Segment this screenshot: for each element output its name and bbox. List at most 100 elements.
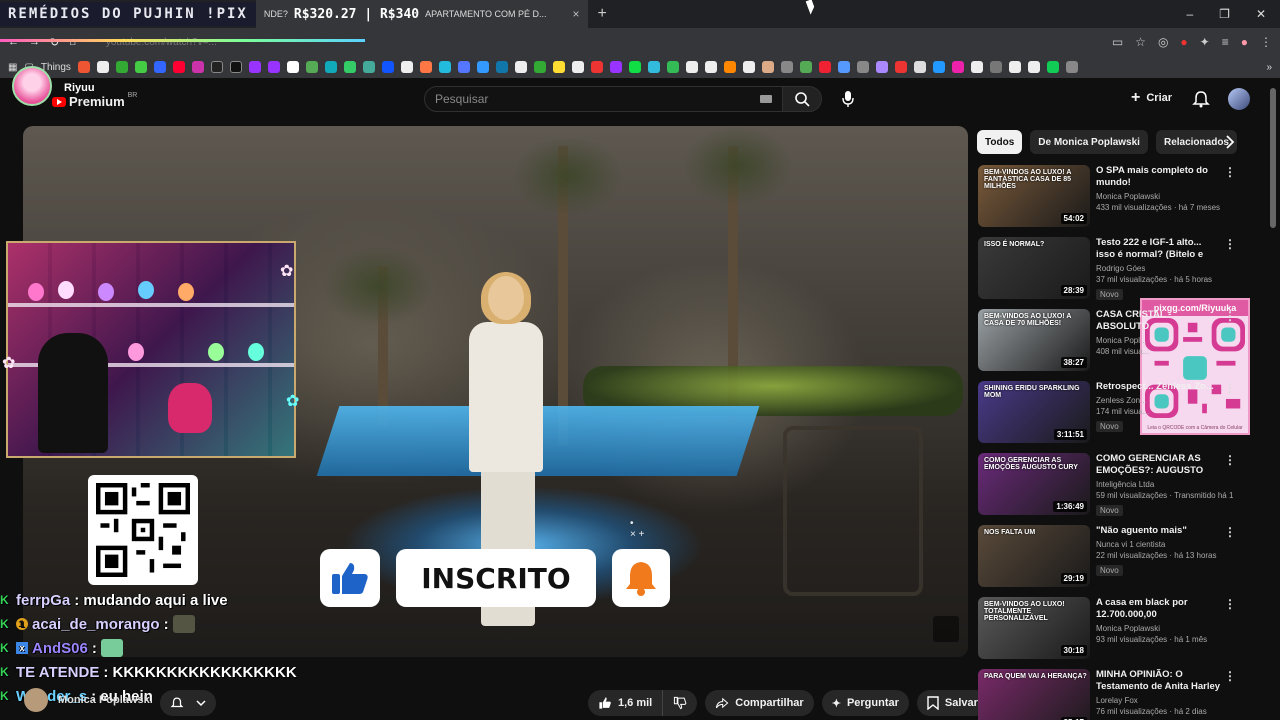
bookmark-icon[interactable] [913, 61, 926, 73]
bookmark-icon[interactable] [134, 61, 147, 73]
back-icon[interactable]: ← [8, 36, 19, 48]
more-vertical-icon[interactable]: ⋮ [1224, 453, 1236, 467]
bookmark-icon[interactable] [837, 61, 850, 73]
more-vertical-icon[interactable]: ⋮ [1224, 237, 1236, 251]
bookmark-icon[interactable] [951, 61, 964, 73]
recommended-video[interactable]: ISSO É NORMAL? 28:39 Testo 222 e IGF-1 alt… [978, 237, 1248, 301]
search-button[interactable] [782, 86, 822, 112]
menu-icon[interactable]: ⋮ [1260, 35, 1272, 49]
bookmark-icon[interactable] [723, 61, 736, 73]
bookmark-icon[interactable] [704, 61, 717, 73]
bookmark-icon[interactable] [514, 61, 527, 73]
bookmark-icon[interactable] [666, 61, 679, 73]
recommended-video[interactable]: NOS FALTA UM 29:19 "Não aguento mais" Nunca… [978, 525, 1248, 589]
bookmark-icon[interactable] [153, 61, 166, 73]
recommended-video[interactable]: BEM-VINDOS AO LUXO! A FANTÁSTICA CASA DE… [978, 165, 1248, 229]
bookmark-icon[interactable] [1008, 61, 1021, 73]
video-thumbnail[interactable]: SHINING ERIDU SPARKLING MOM 3:11:51 [978, 381, 1090, 443]
bookmark-star-icon[interactable]: ☆ [1135, 35, 1146, 49]
video-title[interactable]: Testo 222 e IGF-1 alto... isso é normal?… [1096, 237, 1236, 261]
bookmark-icon[interactable] [552, 61, 565, 73]
keyboard-icon[interactable] [760, 95, 772, 103]
video-title[interactable]: COMO GERENCIAR AS EMOÇÕES?: AUGUSTO CURY… [1096, 453, 1236, 477]
video-thumbnail[interactable]: NOS FALTA UM 29:19 [978, 525, 1090, 587]
recommended-video[interactable]: BEM-VINDOS AO LUXO! TOTALMENTE PERSONALI… [978, 597, 1248, 661]
extension-icon[interactable]: ◎ [1158, 35, 1168, 49]
more-vertical-icon[interactable]: ⋮ [1224, 669, 1236, 683]
bookmark-icon[interactable] [932, 61, 945, 73]
bookmark-icon[interactable] [229, 61, 242, 73]
video-channel[interactable]: Monica Popl... [1096, 336, 1236, 345]
recommended-video[interactable]: BEM-VINDOS AO LUXO! A CASA DE 70 MILHÕES… [978, 309, 1248, 373]
video-title[interactable]: Retrospect... Zenless Zo... [1096, 381, 1236, 393]
video-channel[interactable]: Zenless Zon... [1096, 396, 1236, 405]
bookmark-icon[interactable] [419, 61, 432, 73]
search-input[interactable]: Pesquisar [424, 86, 783, 112]
bookmark-icon[interactable] [305, 61, 318, 73]
voice-search-button[interactable] [836, 87, 860, 111]
ask-button[interactable]: ✦ Perguntar [821, 690, 909, 716]
video-channel[interactable]: Monica Poplawski [1096, 192, 1236, 201]
video-title[interactable]: CASA CRISTAL - ABSOLUTO [1096, 309, 1236, 333]
more-vertical-icon[interactable]: ⋮ [1224, 381, 1236, 395]
apps-icon[interactable]: ▦ [8, 62, 17, 73]
media-icon[interactable]: ≡ [1222, 35, 1229, 49]
bookmark-icon[interactable] [799, 61, 812, 73]
tab-close-icon[interactable]: × [572, 7, 579, 21]
video-title[interactable]: "Não aguento mais" [1096, 525, 1236, 537]
bookmark-icon[interactable] [571, 61, 584, 73]
video-thumbnail[interactable]: BEM-VINDOS AO LUXO! TOTALMENTE PERSONALI… [978, 597, 1090, 659]
youtube-logo[interactable]: Riyuu Premium BR [52, 82, 137, 109]
bookmark-icon[interactable] [495, 61, 508, 73]
bookmark-icon[interactable] [647, 61, 660, 73]
bookmark-icon[interactable] [438, 61, 451, 73]
bookmark-icon[interactable] [476, 61, 489, 73]
chevron-right-icon[interactable] [1222, 134, 1238, 150]
bookmark-icon[interactable] [343, 61, 356, 73]
bookmark-icon[interactable] [970, 61, 983, 73]
browser-tab[interactable]: NDE? R$320.27 | R$340 APARTAMENTO COM PÉ… [255, 0, 588, 28]
chip-from-channel[interactable]: De Monica Poplawski [1030, 130, 1148, 154]
bookmark-icon[interactable] [362, 61, 375, 73]
bookmark-icon[interactable] [286, 61, 299, 73]
bookmark-icon[interactable] [324, 61, 337, 73]
bookmark-icon[interactable] [1027, 61, 1040, 73]
new-tab-button[interactable]: + [598, 5, 607, 23]
bookmark-icon[interactable] [115, 61, 128, 73]
bookmark-icon[interactable] [685, 61, 698, 73]
chip-all[interactable]: Todos [977, 130, 1023, 154]
minimize-button[interactable]: – [1186, 7, 1193, 21]
bookmark-icon[interactable] [628, 61, 641, 73]
bookmark-icon[interactable] [172, 61, 185, 73]
video-channel[interactable]: Rodrigo Góes [1096, 264, 1236, 273]
channel-avatar[interactable] [24, 688, 48, 712]
bookmarks-overflow-icon[interactable]: » [1266, 62, 1272, 73]
video-title[interactable]: A casa em black por 12.700.000,00 [1096, 597, 1236, 621]
page-scrollbar[interactable] [1270, 88, 1276, 228]
bookmark-icon[interactable] [457, 61, 470, 73]
bookmark-icon[interactable] [742, 61, 755, 73]
puzzle-icon[interactable]: ✦ [1200, 35, 1210, 49]
channel-name[interactable]: Monica Poplawski [58, 694, 153, 706]
video-thumbnail[interactable]: BEM-VINDOS AO LUXO! A CASA DE 70 MILHÕES… [978, 309, 1090, 371]
recommended-video[interactable]: PARA QUEM VAI A HERANÇA?35:17MINHA OPINI… [978, 669, 1248, 720]
home-icon[interactable]: ⌂ [69, 36, 76, 48]
create-button[interactable]: + Criar [1131, 89, 1172, 107]
video-thumbnail[interactable]: PARA QUEM VAI A HERANÇA?35:17 [978, 669, 1090, 720]
video-thumbnail[interactable]: ISSO É NORMAL? 28:39 [978, 237, 1090, 299]
share-button[interactable]: Compartilhar [705, 690, 814, 716]
bookmark-icon[interactable] [77, 61, 90, 73]
bookmark-icon[interactable] [761, 61, 774, 73]
user-avatar[interactable] [1228, 88, 1250, 110]
bookmark-icon[interactable] [400, 61, 413, 73]
dislike-button[interactable] [663, 690, 697, 716]
video-channel[interactable]: Nunca vi 1 cientista [1096, 540, 1236, 549]
reload-icon[interactable]: ↻ [50, 36, 59, 49]
more-vertical-icon[interactable]: ⋮ [1224, 309, 1236, 323]
recommended-video[interactable]: SHINING ERIDU SPARKLING MOM 3:11:51 Retros… [978, 381, 1248, 445]
notifications-bell-icon[interactable] [1191, 89, 1211, 109]
video-title[interactable]: MINHA OPINIÃO: O Testamento de Anita Har… [1096, 669, 1236, 693]
close-window-button[interactable]: ✕ [1256, 7, 1266, 21]
bookmark-icon[interactable] [1046, 61, 1059, 73]
recommended-video[interactable]: COMO GERENCIAR AS EMOÇÕES AUGUSTO CURY 1:… [978, 453, 1248, 517]
